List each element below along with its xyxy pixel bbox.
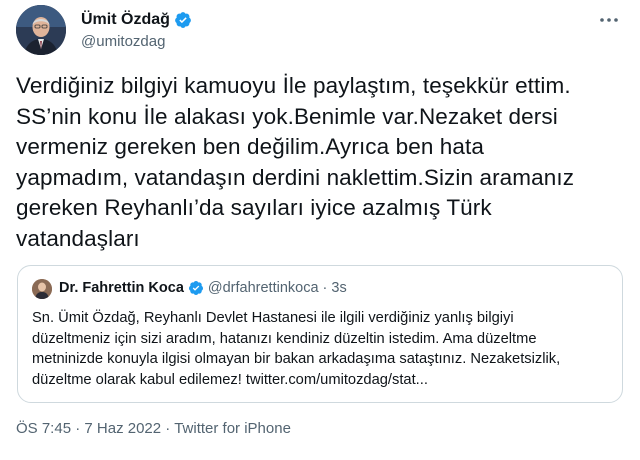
verified-badge-icon — [174, 11, 192, 29]
quoted-author-avatar[interactable] — [32, 279, 52, 299]
quoted-author-handle[interactable]: @drfahrettinkoca — [208, 280, 319, 296]
tweet-meta: ÖS 7:45 · 7 Haz 2022 · Twitter for iPhon… — [16, 420, 291, 437]
more-options-button[interactable] — [594, 10, 624, 30]
more-dots-icon — [600, 18, 618, 22]
author-name[interactable]: Ümit Özdağ — [81, 11, 170, 29]
quoted-author-name[interactable]: Dr. Fahrettin Koca — [59, 280, 184, 296]
author-name-row[interactable]: Ümit Özdağ — [81, 11, 192, 29]
tweet-text: Verdiğiniz bilgiyi kamuoyu İle paylaştım… — [16, 73, 575, 251]
author-handle[interactable]: @umitozdag — [81, 33, 165, 50]
tweet-source[interactable]: Twitter for iPhone — [174, 420, 291, 437]
meta-separator: · — [75, 420, 81, 437]
verified-badge-icon — [188, 280, 204, 296]
quoted-time[interactable]: 3s — [331, 280, 346, 296]
author-avatar[interactable] — [16, 5, 66, 55]
quoted-header: Dr. Fahrettin Koca @drfahrettinkoca · 3s — [59, 280, 347, 296]
tweet-date[interactable]: 7 Haz 2022 — [84, 420, 161, 437]
meta-separator: · — [165, 420, 171, 437]
quoted-separator: · — [322, 280, 328, 296]
tweet-time[interactable]: ÖS 7:45 — [16, 420, 71, 437]
quoted-tweet[interactable]: Dr. Fahrettin Koca @drfahrettinkoca · 3s… — [17, 265, 623, 403]
quoted-tweet-text: Sn. Ümit Özdağ, Reyhanlı Devlet Hastanes… — [32, 310, 561, 388]
tweet-card: Ümit Özdağ @umitozdag Verdiğiniz bilgiyi… — [0, 0, 640, 460]
